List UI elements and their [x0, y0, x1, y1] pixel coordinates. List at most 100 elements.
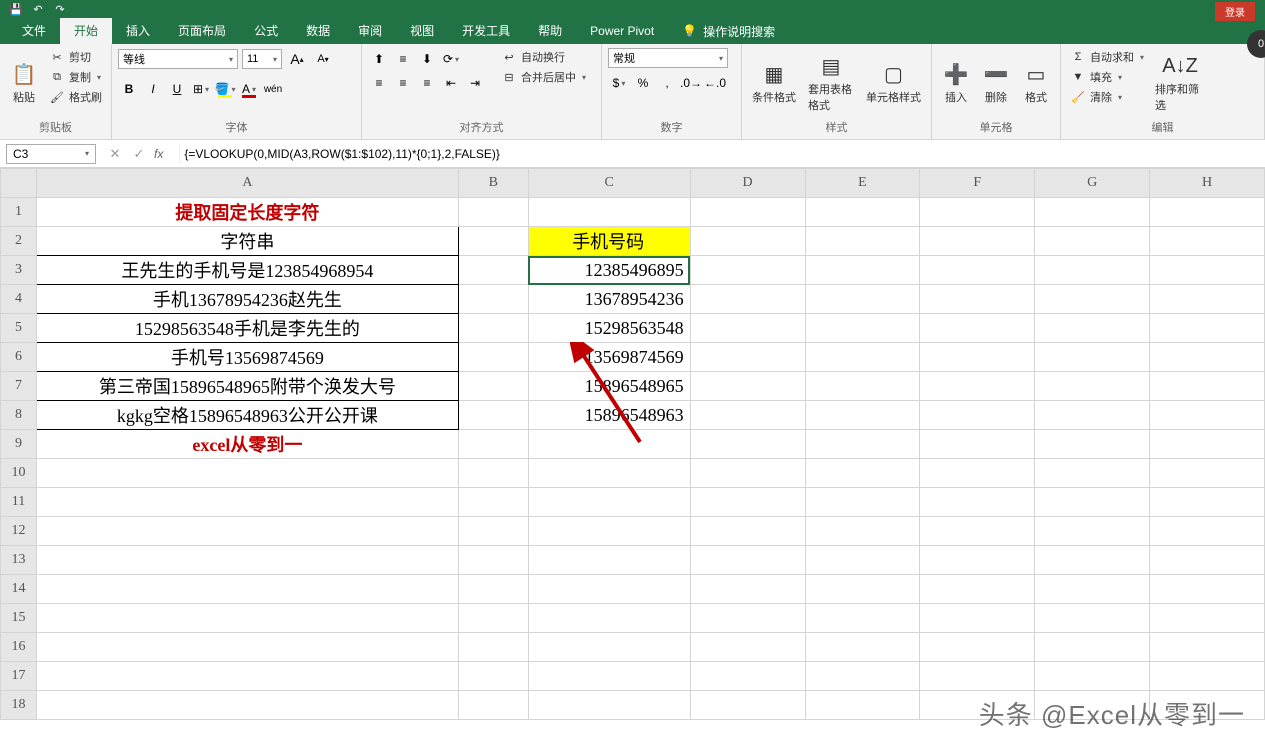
cell-C3[interactable]: 12385496895 — [528, 256, 690, 285]
bold-button[interactable]: B — [118, 78, 140, 100]
cell-E3[interactable] — [805, 256, 920, 285]
cell-G14[interactable] — [1035, 575, 1150, 604]
save-icon[interactable]: 💾 — [8, 1, 24, 17]
font-color-button[interactable]: A▾ — [238, 78, 260, 100]
cell-A6[interactable]: 手机号13569874569 — [36, 343, 458, 372]
clear-button[interactable]: 🧹清除▾ — [1067, 88, 1147, 106]
cell-B17[interactable] — [458, 662, 528, 691]
cell-C17[interactable] — [528, 662, 690, 691]
tab-review[interactable]: 审阅 — [344, 18, 396, 44]
cell-H7[interactable] — [1150, 372, 1265, 401]
autosum-button[interactable]: Σ自动求和▾ — [1067, 48, 1147, 66]
tab-page-layout[interactable]: 页面布局 — [164, 18, 240, 44]
cell-D12[interactable] — [690, 517, 805, 546]
tab-view[interactable]: 视图 — [396, 18, 448, 44]
tab-developer[interactable]: 开发工具 — [448, 18, 524, 44]
cell-E14[interactable] — [805, 575, 920, 604]
cell-G15[interactable] — [1035, 604, 1150, 633]
cell-H13[interactable] — [1150, 546, 1265, 575]
cell-F14[interactable] — [920, 575, 1035, 604]
cell-H3[interactable] — [1150, 256, 1265, 285]
cell-D10[interactable] — [690, 459, 805, 488]
cell-B14[interactable] — [458, 575, 528, 604]
cell-E16[interactable] — [805, 633, 920, 662]
cell-H2[interactable] — [1150, 227, 1265, 256]
tab-file[interactable]: 文件 — [8, 18, 60, 44]
cell-F16[interactable] — [920, 633, 1035, 662]
align-middle-button[interactable]: ≡ — [392, 48, 414, 70]
cell-F17[interactable] — [920, 662, 1035, 691]
cell-G2[interactable] — [1035, 227, 1150, 256]
col-header-H[interactable]: H — [1150, 169, 1265, 198]
cell-D14[interactable] — [690, 575, 805, 604]
cell-E9[interactable] — [805, 430, 920, 459]
comma-button[interactable]: , — [656, 72, 678, 94]
cell-A8[interactable]: kgkg空格15896548963公开公开课 — [36, 401, 458, 430]
cell-F4[interactable] — [920, 285, 1035, 314]
formula-input[interactable]: {=VLOOKUP(0,MID(A3,ROW($1:$102),11)*{0;1… — [179, 144, 1265, 164]
accept-formula-button[interactable]: ✓ — [130, 145, 148, 163]
cell-E17[interactable] — [805, 662, 920, 691]
cell-D3[interactable] — [690, 256, 805, 285]
cell-C10[interactable] — [528, 459, 690, 488]
cell-C18[interactable] — [528, 691, 690, 720]
align-top-button[interactable]: ⬆ — [368, 48, 390, 70]
delete-button[interactable]: ➖删除 — [978, 48, 1014, 117]
cell-D11[interactable] — [690, 488, 805, 517]
cell-B3[interactable] — [458, 256, 528, 285]
indent-inc-button[interactable]: ⇥ — [464, 72, 486, 94]
cell-G12[interactable] — [1035, 517, 1150, 546]
percent-button[interactable]: % — [632, 72, 654, 94]
row-header-11[interactable]: 11 — [1, 488, 37, 517]
cell-styles-button[interactable]: ▢单元格样式 — [862, 48, 925, 117]
row-header-9[interactable]: 9 — [1, 430, 37, 459]
cell-B12[interactable] — [458, 517, 528, 546]
cell-D18[interactable] — [690, 691, 805, 720]
cell-H4[interactable] — [1150, 285, 1265, 314]
cell-A12[interactable] — [36, 517, 458, 546]
cell-G16[interactable] — [1035, 633, 1150, 662]
cell-E15[interactable] — [805, 604, 920, 633]
fx-icon[interactable]: fx — [154, 147, 169, 161]
row-header-7[interactable]: 7 — [1, 372, 37, 401]
shrink-font-button[interactable]: A▾ — [312, 48, 334, 70]
name-box[interactable]: C3▾ — [6, 144, 96, 164]
format-button[interactable]: ▭格式 — [1018, 48, 1054, 117]
row-header-2[interactable]: 2 — [1, 227, 37, 256]
cell-A17[interactable] — [36, 662, 458, 691]
cell-C8[interactable]: 15896548963 — [528, 401, 690, 430]
row-header-1[interactable]: 1 — [1, 198, 37, 227]
cell-E8[interactable] — [805, 401, 920, 430]
cell-D2[interactable] — [690, 227, 805, 256]
tab-powerpivot[interactable]: Power Pivot — [576, 18, 668, 44]
wrap-text-button[interactable]: ↩自动换行 — [498, 48, 589, 66]
cell-D9[interactable] — [690, 430, 805, 459]
row-header-17[interactable]: 17 — [1, 662, 37, 691]
cell-F9[interactable] — [920, 430, 1035, 459]
cell-G1[interactable] — [1035, 198, 1150, 227]
row-header-6[interactable]: 6 — [1, 343, 37, 372]
row-header-14[interactable]: 14 — [1, 575, 37, 604]
align-bottom-button[interactable]: ⬇ — [416, 48, 438, 70]
cell-F7[interactable] — [920, 372, 1035, 401]
copy-button[interactable]: ⧉复制▾ — [46, 68, 105, 86]
tab-insert[interactable]: 插入 — [112, 18, 164, 44]
paste-button[interactable]: 📋 粘贴 — [6, 48, 42, 117]
inc-decimal-button[interactable]: .0→ — [680, 72, 702, 94]
cell-E11[interactable] — [805, 488, 920, 517]
row-header-10[interactable]: 10 — [1, 459, 37, 488]
cut-button[interactable]: ✂剪切 — [46, 48, 105, 66]
cell-D8[interactable] — [690, 401, 805, 430]
cell-B15[interactable] — [458, 604, 528, 633]
col-header-G[interactable]: G — [1035, 169, 1150, 198]
row-header-12[interactable]: 12 — [1, 517, 37, 546]
cell-A9[interactable]: excel从零到一 — [36, 430, 458, 459]
cell-F13[interactable] — [920, 546, 1035, 575]
cell-C11[interactable] — [528, 488, 690, 517]
cell-C12[interactable] — [528, 517, 690, 546]
cell-A18[interactable] — [36, 691, 458, 720]
cell-H5[interactable] — [1150, 314, 1265, 343]
cell-C5[interactable]: 15298563548 — [528, 314, 690, 343]
font-name-combo[interactable]: 等线▾ — [118, 49, 238, 69]
cell-A5[interactable]: 15298563548手机是李先生的 — [36, 314, 458, 343]
